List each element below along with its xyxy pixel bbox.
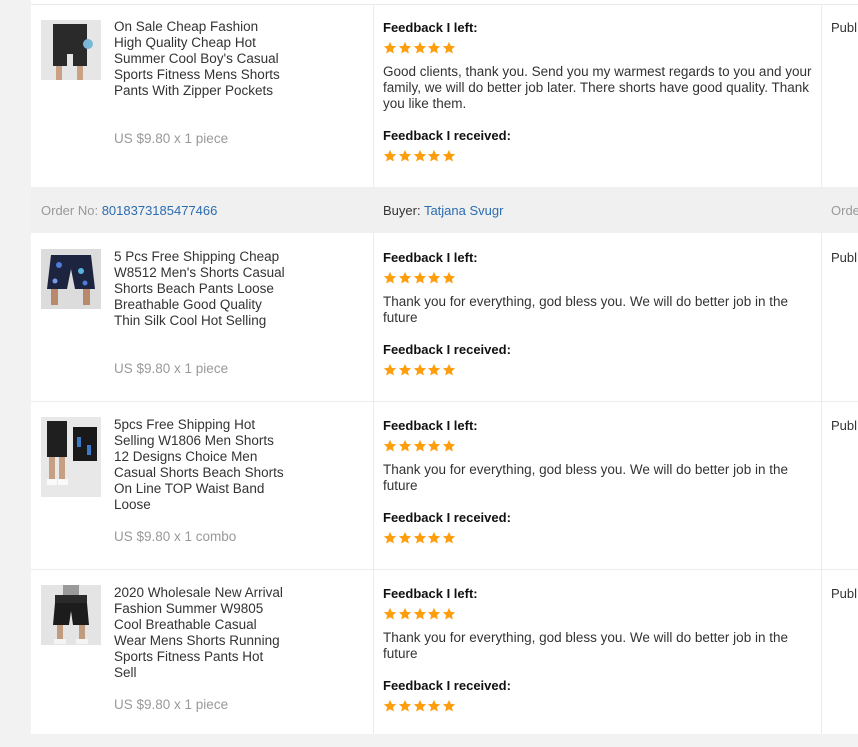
star-icon (413, 439, 426, 452)
order-header-bar: Order No: 8018373185477466 Buyer: Tatjan… (31, 187, 858, 233)
star-icon (428, 531, 441, 544)
feedback-left-stars (383, 271, 457, 287)
star-icon (428, 363, 441, 376)
star-icon (428, 607, 441, 620)
star-icon (398, 271, 411, 284)
star-icon (398, 363, 411, 376)
feedback-received-label: Feedback I received: (383, 342, 511, 357)
star-icon (443, 607, 456, 620)
table-top-border (31, 4, 858, 5)
star-icon (413, 607, 426, 620)
column-divider (821, 4, 822, 187)
feedback-received-stars (383, 699, 457, 715)
feedback-left-comment: Thank you for everything, god bless you.… (383, 462, 788, 493)
feedback-left-stars (383, 439, 457, 455)
buyer-field: Buyer: Tatjana Svugr (383, 203, 503, 218)
row-divider (31, 569, 858, 570)
star-icon (398, 607, 411, 620)
star-icon (383, 699, 397, 712)
star-icon (413, 41, 426, 54)
star-icon (383, 271, 397, 284)
feedback-left-stars (383, 607, 457, 623)
star-icon (443, 41, 456, 54)
star-icon (398, 531, 411, 544)
shorts-image-icon (41, 585, 101, 645)
status-text: Publ (831, 418, 858, 433)
order-label: Order No: (41, 203, 102, 218)
star-icon (413, 271, 426, 284)
product-thumbnail[interactable] (41, 20, 101, 80)
buyer-label: Buyer: (383, 203, 424, 218)
star-icon (443, 699, 456, 712)
price-line: US $9.80 x 1 combo (114, 529, 237, 544)
feedback-table: On Sale Cheap Fashion High Quality Cheap… (31, 0, 858, 734)
feedback-left-label: Feedback I left: (383, 418, 478, 433)
feedback-left-stars (383, 41, 457, 57)
star-icon (383, 531, 397, 544)
product-title[interactable]: On Sale Cheap Fashion High Quality Cheap… (114, 19, 286, 99)
star-icon (443, 363, 456, 376)
product-title[interactable]: 2020 Wholesale New Arrival Fashion Summe… (114, 585, 286, 681)
status-text: Publ (831, 586, 858, 601)
feedback-left-label: Feedback I left: (383, 20, 478, 35)
feedback-received-stars (383, 149, 457, 165)
shorts-image-icon (41, 20, 101, 80)
status-text: Publ (831, 250, 858, 265)
star-icon (398, 149, 411, 162)
column-divider (373, 4, 374, 187)
star-icon (443, 531, 456, 544)
feedback-left-comment: Good clients, thank you. Send you my war… (383, 64, 812, 111)
star-icon (383, 149, 397, 162)
star-icon (383, 607, 397, 620)
star-icon (443, 149, 456, 162)
product-title[interactable]: 5 Pcs Free Shipping Cheap W8512 Men's Sh… (114, 249, 286, 329)
star-icon (428, 439, 441, 452)
star-icon (383, 363, 397, 376)
product-thumbnail[interactable] (41, 585, 101, 645)
product-thumbnail[interactable] (41, 249, 101, 309)
feedback-left-label: Feedback I left: (383, 586, 478, 601)
product-title[interactable]: 5pcs Free Shipping Hot Selling W1806 Men… (114, 417, 286, 513)
feedback-left-comment: Thank you for everything, god bless you.… (383, 630, 788, 661)
feedback-left-label: Feedback I left: (383, 250, 478, 265)
star-icon (398, 439, 411, 452)
feedback-received-stars (383, 531, 457, 547)
star-icon (428, 271, 441, 284)
star-icon (398, 41, 411, 54)
feedback-received-stars (383, 363, 457, 379)
star-icon (398, 699, 411, 712)
star-icon (443, 271, 456, 284)
row-divider (31, 401, 858, 402)
buyer-name-link[interactable]: Tatjana Svugr (424, 203, 504, 218)
order-number-link[interactable]: 8018373185477466 (102, 203, 218, 218)
feedback-left-comment: Thank you for everything, god bless you.… (383, 294, 788, 325)
star-icon (443, 439, 456, 452)
price-line: US $9.80 x 1 piece (114, 697, 229, 712)
order-column-label: Orde (831, 203, 858, 218)
price-line: US $9.80 x 1 piece (114, 361, 229, 376)
star-icon (428, 41, 441, 54)
price-line: US $9.80 x 1 piece (114, 131, 229, 146)
product-thumbnail[interactable] (41, 417, 101, 497)
star-icon (383, 439, 397, 452)
status-text: Publ (831, 20, 858, 35)
star-icon (413, 149, 426, 162)
feedback-received-label: Feedback I received: (383, 678, 511, 693)
feedback-received-label: Feedback I received: (383, 128, 511, 143)
star-icon (413, 531, 426, 544)
shorts-image-icon (41, 249, 101, 309)
star-icon (428, 699, 441, 712)
star-icon (428, 149, 441, 162)
star-icon (383, 41, 397, 54)
column-divider (373, 233, 374, 734)
feedback-received-label: Feedback I received: (383, 510, 511, 525)
star-icon (413, 363, 426, 376)
order-number-field: Order No: 8018373185477466 (41, 203, 217, 218)
shorts-image-icon (41, 417, 101, 497)
star-icon (413, 699, 426, 712)
column-divider (821, 233, 822, 734)
